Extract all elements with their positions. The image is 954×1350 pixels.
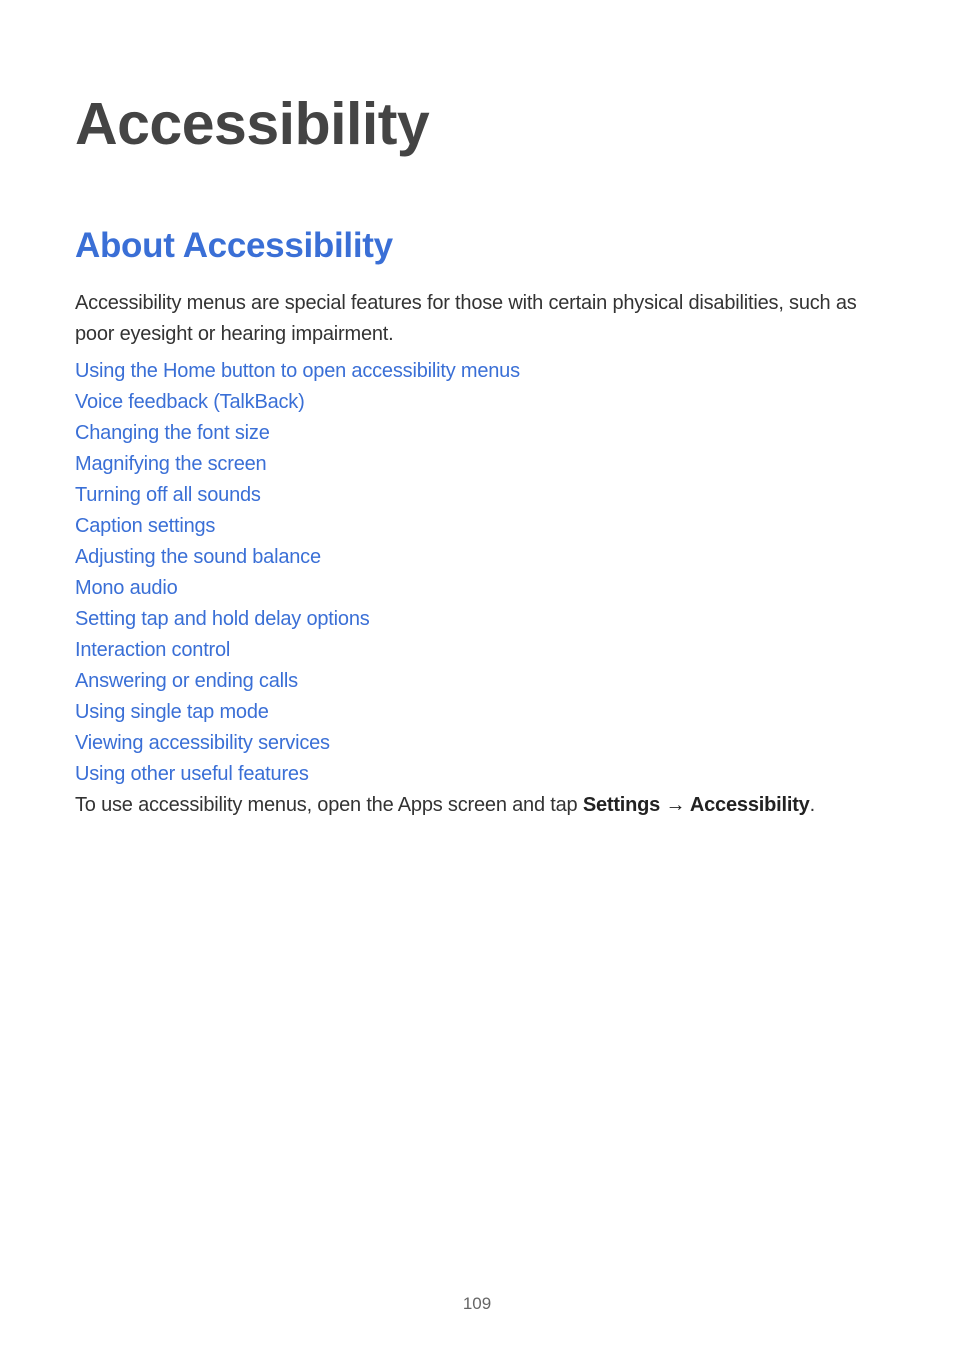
link-mono-audio[interactable]: Mono audio [75, 573, 879, 604]
footer-prefix: To use accessibility menus, open the App… [75, 794, 583, 816]
link-other-features[interactable]: Using other useful features [75, 759, 879, 790]
link-magnify-screen[interactable]: Magnifying the screen [75, 449, 879, 480]
intro-paragraph: Accessibility menus are special features… [75, 288, 879, 350]
footer-settings-label: Settings [583, 794, 660, 816]
page-title: Accessibility [75, 90, 879, 158]
footer-accessibility-label: Accessibility [690, 794, 810, 816]
link-home-button[interactable]: Using the Home button to open accessibil… [75, 356, 879, 387]
page-root: Accessibility About Accessibility Access… [0, 0, 954, 1350]
link-font-size[interactable]: Changing the font size [75, 418, 879, 449]
link-viewing-services[interactable]: Viewing accessibility services [75, 728, 879, 759]
links-list: Using the Home button to open accessibil… [75, 356, 879, 790]
link-single-tap-mode[interactable]: Using single tap mode [75, 697, 879, 728]
link-voice-feedback[interactable]: Voice feedback (TalkBack) [75, 387, 879, 418]
link-tap-hold-delay[interactable]: Setting tap and hold delay options [75, 604, 879, 635]
section-title: About Accessibility [75, 226, 879, 266]
link-sound-balance[interactable]: Adjusting the sound balance [75, 542, 879, 573]
page-number: 109 [0, 1294, 954, 1314]
link-answering-ending-calls[interactable]: Answering or ending calls [75, 666, 879, 697]
footer-instruction: To use accessibility menus, open the App… [75, 790, 879, 821]
link-interaction-control[interactable]: Interaction control [75, 635, 879, 666]
footer-period: . [810, 794, 815, 816]
arrow-icon: → [660, 794, 690, 816]
link-turn-off-sounds[interactable]: Turning off all sounds [75, 480, 879, 511]
link-caption-settings[interactable]: Caption settings [75, 511, 879, 542]
